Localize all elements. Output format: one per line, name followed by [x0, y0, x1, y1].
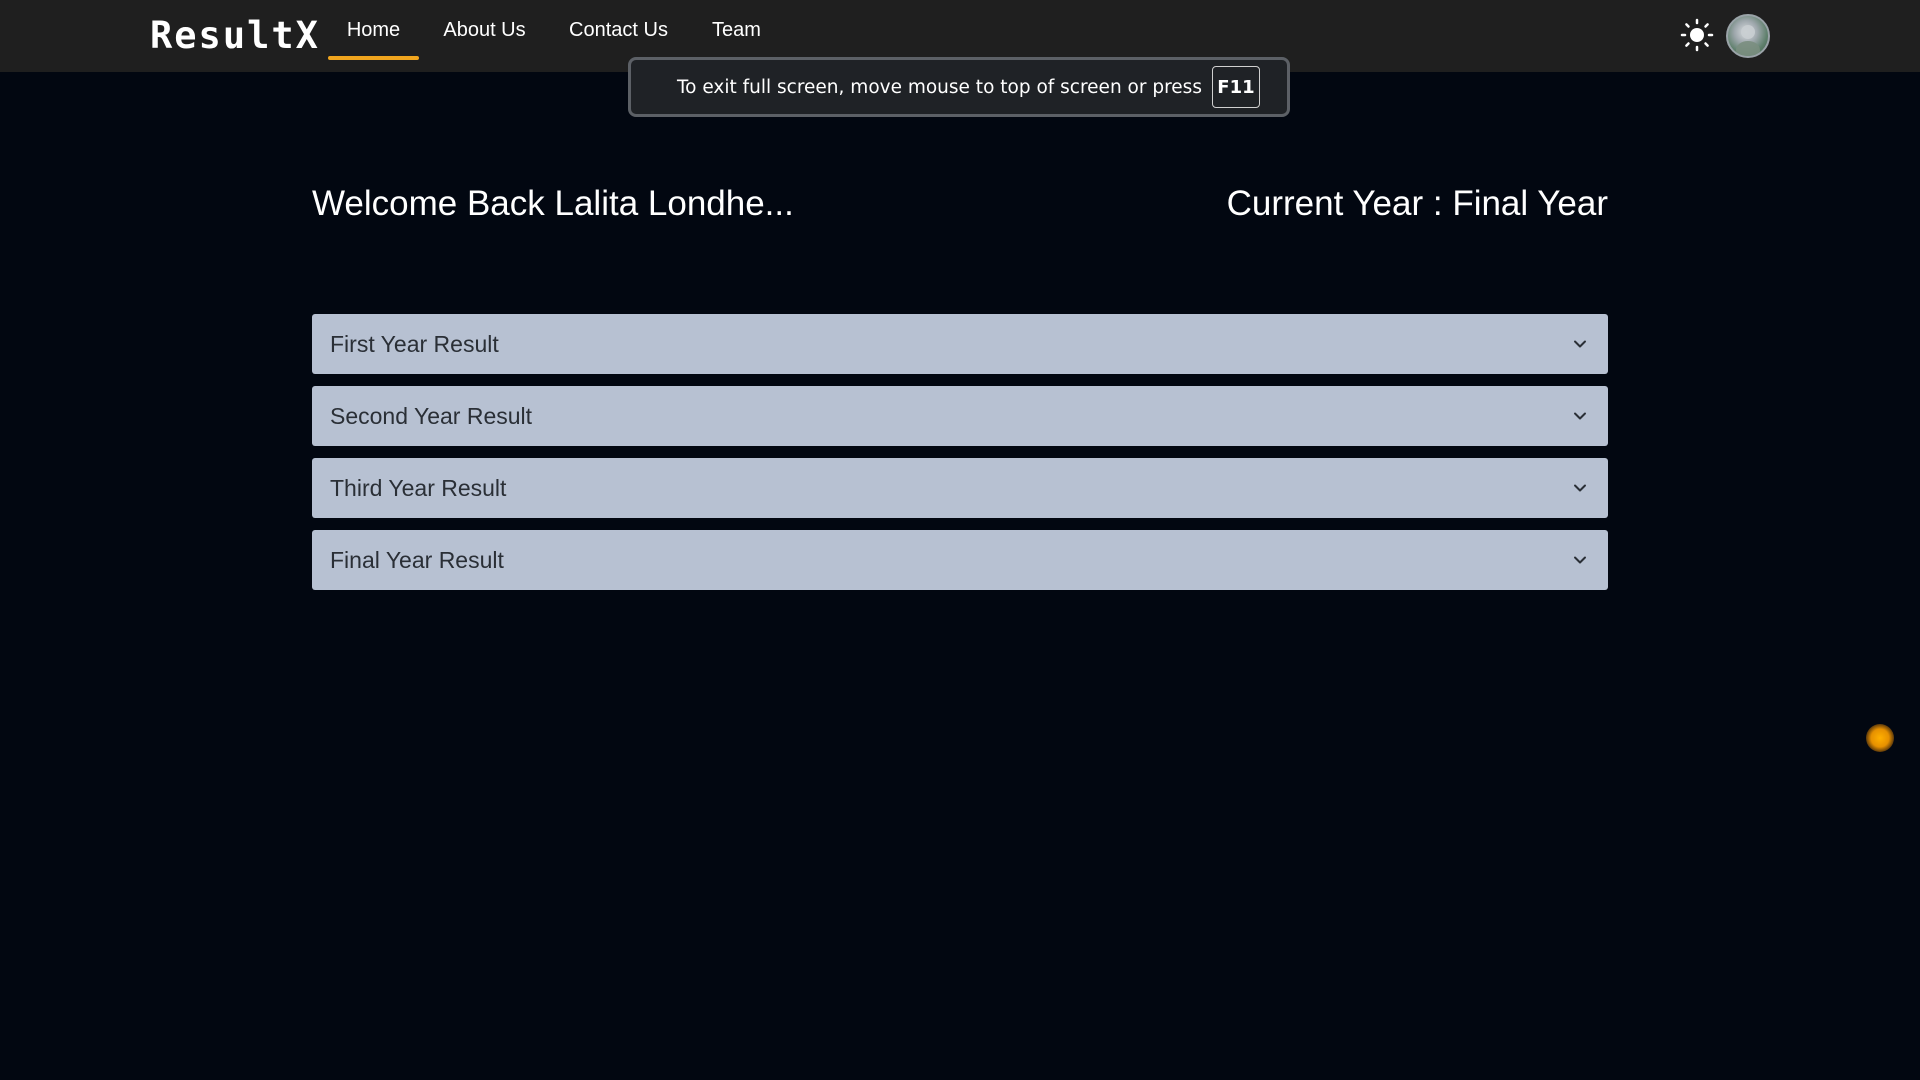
- accordion-label: Final Year Result: [330, 546, 504, 573]
- accordion-label: First Year Result: [330, 330, 499, 357]
- accordion-label: Third Year Result: [330, 474, 507, 501]
- accordion-first-year[interactable]: First Year Result: [312, 314, 1608, 374]
- avatar[interactable]: [1726, 14, 1770, 58]
- chevron-down-icon: [1574, 340, 1586, 348]
- nav-link-about-us[interactable]: About Us: [432, 0, 537, 60]
- welcome-heading: Welcome Back Lalita Londhe...: [312, 184, 794, 223]
- fullscreen-message: To exit full screen, move mouse to top o…: [677, 76, 1202, 98]
- sun-icon[interactable]: [1680, 18, 1714, 52]
- logo[interactable]: ResultX: [150, 14, 320, 57]
- chevron-down-icon: [1574, 556, 1586, 564]
- chevron-down-icon: [1574, 484, 1586, 492]
- accordion-second-year[interactable]: Second Year Result: [312, 386, 1608, 446]
- nav-link-team[interactable]: Team: [699, 0, 774, 60]
- nav-link-home[interactable]: Home: [328, 0, 419, 60]
- chevron-down-icon: [1574, 412, 1586, 420]
- nav-link-contact-us[interactable]: Contact Us: [556, 0, 681, 60]
- cursor-glow-dot: [1866, 724, 1894, 752]
- current-year-heading: Current Year : Final Year: [1226, 184, 1608, 223]
- accordion-label: Second Year Result: [330, 402, 533, 429]
- accordion-final-year[interactable]: Final Year Result: [312, 530, 1608, 590]
- fullscreen-exit-notice: To exit full screen, move mouse to top o…: [628, 57, 1290, 117]
- accordion-third-year[interactable]: Third Year Result: [312, 458, 1608, 518]
- f11-key-badge: F11: [1211, 66, 1260, 108]
